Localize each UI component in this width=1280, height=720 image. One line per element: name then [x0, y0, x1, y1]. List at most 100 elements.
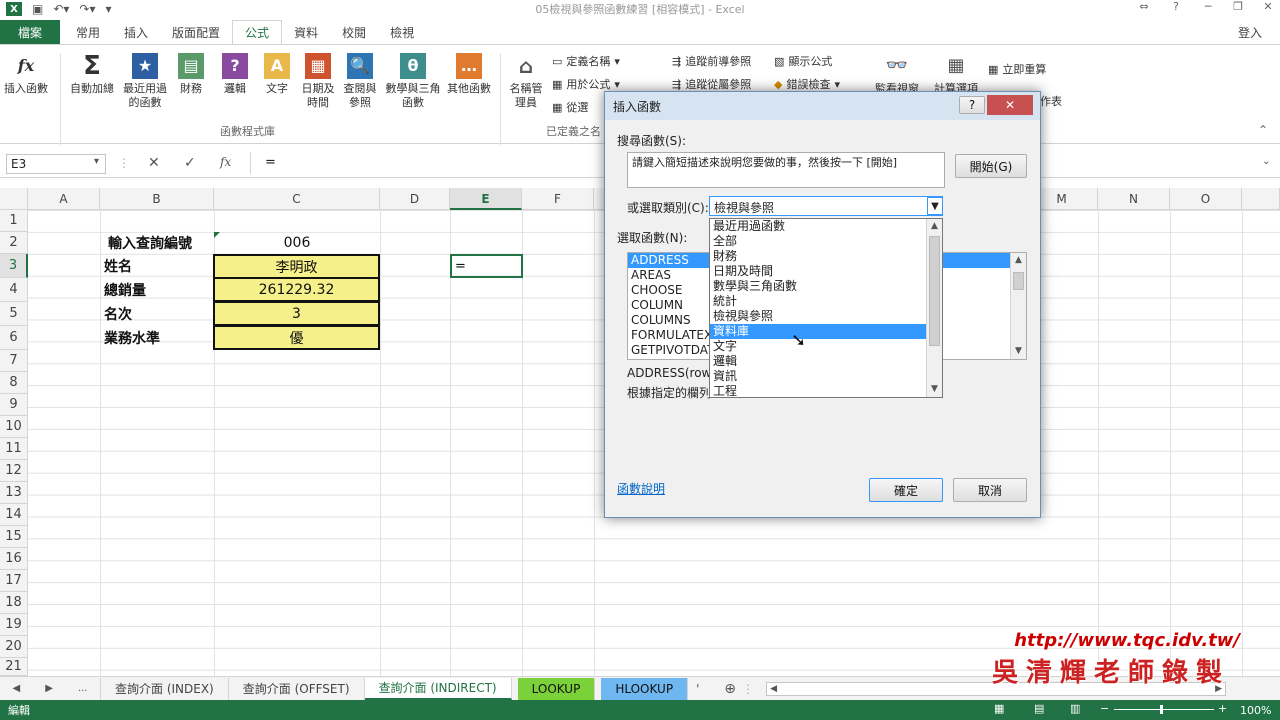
more-sheets-right[interactable]: '	[688, 682, 718, 696]
autosum-button[interactable]: Σ 自動加總	[68, 53, 116, 96]
ok-button[interactable]: 確定	[869, 478, 943, 502]
row-header[interactable]: 17	[0, 570, 28, 592]
tab-insert[interactable]: 插入	[112, 20, 160, 44]
trace-dependents-button[interactable]: ⇶ 追蹤從屬參照	[672, 76, 751, 92]
cancel-button[interactable]: 取消	[953, 478, 1027, 502]
row-header[interactable]: 3	[0, 254, 28, 278]
sheet-tab-hlookup[interactable]: HLOOKUP	[601, 677, 689, 700]
zoom-in-icon[interactable]: +	[1218, 702, 1227, 715]
fx-icon[interactable]: fx	[220, 155, 231, 169]
row-header[interactable]: 16	[0, 548, 28, 570]
create-from-selection-button[interactable]: ▦ 從選	[552, 99, 588, 115]
cell-b6[interactable]: 業務水準	[104, 326, 160, 350]
redo-icon[interactable]: ↷▾	[79, 2, 95, 16]
row-header[interactable]: 19	[0, 614, 28, 636]
select-all-corner[interactable]	[0, 188, 28, 210]
show-formulas-button[interactable]: ▧ 顯示公式	[774, 53, 832, 69]
help-icon[interactable]: ?	[1160, 0, 1192, 16]
define-name-button[interactable]: ▭ 定義名稱 ▾	[552, 53, 620, 69]
category-option[interactable]: 檢視與參照	[710, 309, 942, 324]
more-sheets-left[interactable]: ...	[78, 683, 88, 694]
sheet-tab-lookup[interactable]: LOOKUP	[517, 677, 596, 700]
category-option[interactable]: 資訊	[710, 369, 942, 384]
calc-now-button[interactable]: ▦ 立即重算	[988, 61, 1046, 77]
search-input[interactable]: 請鍵入簡短描述來說明您要做的事，然後按一下 [開始]	[627, 152, 945, 188]
category-dropdown-list[interactable]: 最近用過函數 全部 財務 日期及時間 數學與三角函數 統計 檢視與參照 資料庫 …	[709, 218, 943, 398]
help-icon[interactable]: ?	[959, 96, 985, 114]
cell-c2[interactable]: 006	[214, 232, 380, 254]
row-header[interactable]: 13	[0, 482, 28, 504]
math-trig-button[interactable]: θ 數學與三角函數	[384, 53, 442, 110]
row-header[interactable]: 15	[0, 526, 28, 548]
trace-precedents-button[interactable]: ⇶ 追蹤前導參照	[672, 53, 751, 69]
chevron-down-icon[interactable]: ▼	[927, 197, 943, 215]
category-option[interactable]: 日期及時間	[710, 264, 942, 279]
cell-b2[interactable]: 輸入查詢編號	[108, 232, 192, 254]
prev-sheet-icon[interactable]: ◀	[13, 683, 21, 694]
calc-sheet-button[interactable]: 作表	[1040, 93, 1062, 109]
row-header[interactable]: 7	[0, 350, 28, 372]
zoom-out-icon[interactable]: −	[1100, 702, 1109, 715]
zoom-slider[interactable]	[1114, 709, 1214, 710]
tab-file[interactable]: 檔案	[0, 20, 60, 44]
undo-icon[interactable]: ↶▾	[53, 2, 69, 16]
zoom-level[interactable]: 100%	[1240, 704, 1271, 717]
sheet-tab-index[interactable]: 查詢介面 (INDEX)	[100, 677, 229, 700]
collapse-ribbon-icon[interactable]: ⌃	[1258, 123, 1268, 137]
customize-qa-icon[interactable]: ▾	[106, 2, 112, 16]
row-header[interactable]: 9	[0, 394, 28, 416]
col-header-b[interactable]: B	[100, 188, 214, 210]
tab-review[interactable]: 校閱	[330, 20, 378, 44]
help-link[interactable]: 函數說明	[617, 480, 665, 497]
date-time-button[interactable]: ▦ 日期及時間	[300, 53, 336, 110]
cell-c6[interactable]: 優	[213, 325, 380, 350]
page-layout-icon[interactable]: ▤	[1034, 702, 1044, 715]
tab-formulas[interactable]: 公式	[232, 20, 283, 44]
ribbon-display-icon[interactable]: ⇔	[1128, 0, 1160, 16]
cell-b4[interactable]: 總銷量	[104, 278, 146, 302]
page-break-icon[interactable]: ▥	[1070, 702, 1080, 715]
close-icon[interactable]: ✕	[987, 95, 1033, 115]
tab-split-icon[interactable]: ⋮	[742, 682, 766, 696]
insert-function-button[interactable]: fx 插入函數	[4, 53, 48, 96]
row-header[interactable]: 10	[0, 416, 28, 438]
expand-formula-icon[interactable]: ⌄	[1262, 156, 1270, 167]
row-header[interactable]: 14	[0, 504, 28, 526]
minimize-icon[interactable]: ─	[1192, 0, 1224, 16]
watch-window-button[interactable]: 👓 監看視窗	[868, 53, 926, 96]
category-option[interactable]: 文字	[710, 339, 942, 354]
category-option[interactable]: 最近用過函數	[710, 219, 942, 234]
next-sheet-icon[interactable]: ▶	[45, 683, 53, 694]
enter-icon[interactable]: ✓	[184, 155, 196, 171]
more-functions-button[interactable]: … 其他函數	[444, 53, 494, 96]
add-sheet-icon[interactable]: ⊕	[718, 680, 742, 698]
sheet-tab-indirect[interactable]: 查詢介面 (INDIRECT)	[364, 677, 512, 700]
row-header[interactable]: 21	[0, 658, 28, 676]
tab-page-layout[interactable]: 版面配置	[160, 20, 232, 44]
restore-icon[interactable]: ❐	[1222, 0, 1254, 16]
save-icon[interactable]: ▣	[32, 2, 43, 16]
name-box-dropdown-icon[interactable]: ▾	[94, 156, 99, 167]
go-button[interactable]: 開始(G)	[955, 154, 1027, 178]
row-header[interactable]: 4	[0, 278, 28, 302]
row-header[interactable]: 6	[0, 326, 28, 350]
category-option[interactable]: 財務	[710, 249, 942, 264]
name-manager-button[interactable]: ⌂ 名稱管理員	[506, 53, 546, 110]
row-header[interactable]: 20	[0, 636, 28, 658]
logical-button[interactable]: ? 邏輯	[222, 53, 248, 96]
cell-c3[interactable]: 李明政	[213, 254, 380, 279]
col-header-e[interactable]: E	[450, 188, 522, 210]
lookup-reference-button[interactable]: 🔍 查閱與參照	[342, 53, 378, 110]
login-link[interactable]: 登入	[1238, 24, 1262, 41]
row-header[interactable]: 8	[0, 372, 28, 394]
col-header-n[interactable]: N	[1098, 188, 1170, 210]
category-option[interactable]: 數學與三角函數	[710, 279, 942, 294]
financial-button[interactable]: ▤ 財務	[178, 53, 204, 96]
row-header[interactable]: 5	[0, 302, 28, 326]
category-option[interactable]: 邏輯	[710, 354, 942, 369]
recent-functions-button[interactable]: ★ 最近用過的函數	[120, 53, 170, 110]
category-option-hover[interactable]: 資料庫	[710, 324, 926, 339]
col-header-o[interactable]: O	[1170, 188, 1242, 210]
col-header-p[interactable]	[1242, 188, 1280, 210]
row-header[interactable]: 2	[0, 232, 28, 254]
